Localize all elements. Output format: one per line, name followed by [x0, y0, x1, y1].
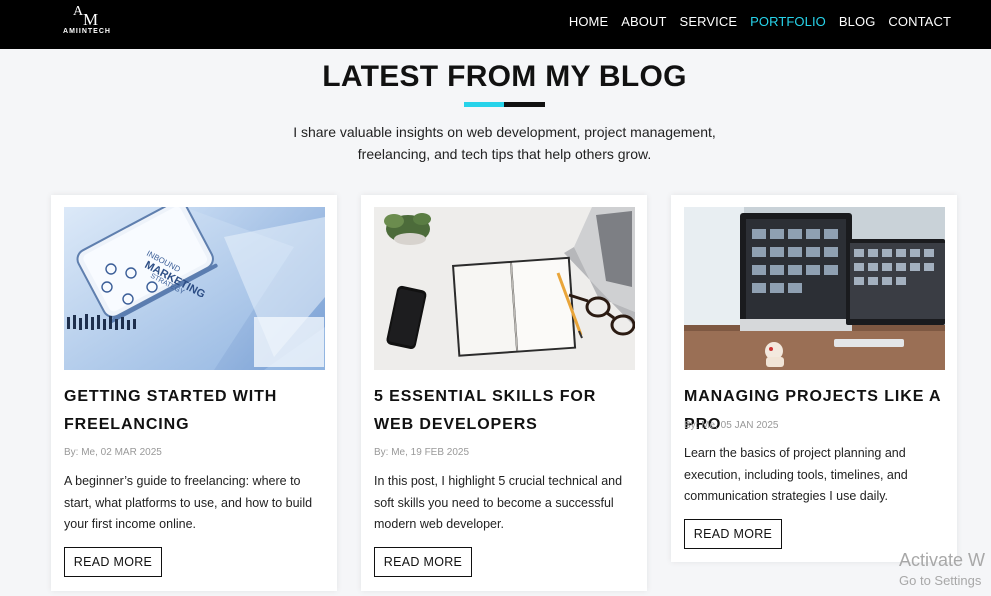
blog-card: INBOUND MARKETING STRATEGY GETTING START…	[51, 195, 337, 591]
card-meta: By: Me, 02 MAR 2025	[64, 447, 162, 458]
card-title[interactable]: GETTING STARTED WITH FREELANCING	[64, 383, 326, 439]
logo-mark: A M	[73, 4, 98, 29]
phone-marketing-strategy-image: INBOUND MARKETING STRATEGY	[64, 207, 325, 370]
read-more-button[interactable]: READ MORE	[374, 547, 472, 577]
underline-cyan-segment	[464, 102, 504, 107]
watermark-line-2: Go to Settings	[899, 573, 982, 588]
underline-dark-segment	[504, 102, 545, 107]
blog-card: 5 ESSENTIAL SKILLS FOR WEB DEVELOPERS By…	[361, 195, 647, 591]
site-logo[interactable]: A M AMIINTECH	[57, 4, 117, 40]
read-more-button[interactable]: READ MORE	[64, 547, 162, 577]
nav-link-portfolio[interactable]: PORTFOLIO	[750, 14, 826, 34]
nav-links: HOME ABOUT SERVICE PORTFOLIO BLOG CONTAC…	[569, 14, 951, 34]
nav-link-contact[interactable]: CONTACT	[888, 14, 951, 34]
card-description: Learn the basics of project planning and…	[684, 446, 908, 503]
activation-watermark: Activate W Go to Settings	[899, 550, 985, 588]
read-more-button[interactable]: READ MORE	[684, 519, 782, 549]
title-underline	[464, 102, 545, 107]
card-title[interactable]: 5 ESSENTIAL SKILLS FOR WEB DEVELOPERS	[374, 383, 636, 439]
card-meta: By: Me, 19 FEB 2025	[374, 447, 470, 458]
blog-card: MANAGING PROJECTS LIKE A PRO By: Me, 05 …	[671, 195, 957, 562]
desk-notebook-image	[374, 207, 635, 370]
section-title: LATEST FROM MY BLOG	[322, 60, 687, 93]
card-description: In this post, I highlight 5 crucial tech…	[374, 474, 623, 531]
logo-text: AMIINTECH	[63, 28, 111, 35]
navbar: A M AMIINTECH HOME ABOUT SERVICE PORTFOL…	[0, 0, 991, 49]
nav-link-blog[interactable]: BLOG	[839, 14, 876, 34]
card-meta: By: Me, 05 JAN 2025	[684, 420, 779, 431]
nav-link-home[interactable]: HOME	[569, 14, 608, 34]
section-subtitle: I share valuable insights on web develop…	[293, 124, 716, 162]
nav-link-service[interactable]: SERVICE	[680, 14, 738, 34]
watermark-line-1: Activate W	[899, 550, 986, 570]
monitors-desk-image	[684, 207, 945, 370]
card-description: A beginner’s guide to freelancing: where…	[64, 474, 313, 531]
nav-link-about[interactable]: ABOUT	[621, 14, 666, 34]
